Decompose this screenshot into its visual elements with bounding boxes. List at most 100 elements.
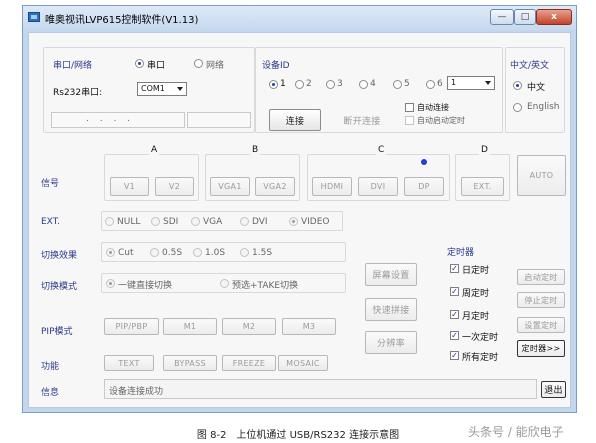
quick-splice-button[interactable]: 快速拼接	[365, 298, 417, 321]
info-label: 信息	[41, 388, 60, 398]
device-6-label: 6	[437, 79, 443, 89]
timer-all-checkbox[interactable]: ✓	[450, 351, 459, 360]
mode-label: 切换模式	[41, 282, 78, 292]
signal-button-dvi[interactable]: DVI	[358, 177, 398, 196]
effect-15s-label: 1.5S	[252, 248, 273, 258]
bypass-label: BYPASS	[174, 358, 206, 368]
auto-start-timer-checkbox[interactable]	[405, 116, 414, 125]
radio-device-2[interactable]	[295, 80, 304, 89]
signal-label: 信号	[41, 179, 60, 189]
text-label: TEXT	[118, 358, 140, 368]
device-id-select[interactable]: 1	[447, 76, 495, 90]
mosaic-button[interactable]: MOSAIC	[278, 355, 328, 371]
language-label: 中文/英文	[510, 61, 550, 71]
signal-button-vga1[interactable]: VGA1	[210, 177, 250, 196]
ext-radio-video[interactable]	[289, 217, 298, 226]
ext-dvi-label: DVI	[252, 217, 268, 227]
ext-radio-vga[interactable]	[191, 217, 200, 226]
group-a-label: A	[149, 145, 160, 155]
disconnect-button[interactable]: 断开连接	[336, 109, 388, 131]
effect-10s-label: 1.0S	[205, 248, 226, 258]
radio-serial[interactable]	[135, 59, 144, 68]
signal-dp-label: DP	[418, 182, 430, 191]
com-port-select[interactable]: COM1	[137, 82, 187, 96]
ext-radio-null[interactable]	[105, 217, 114, 226]
timer-daily-checkbox[interactable]: ✓	[450, 264, 459, 273]
maximize-button[interactable]: □	[514, 9, 536, 25]
timer-label: 定时器	[447, 248, 475, 258]
timer-monthly-checkbox[interactable]: ✓	[450, 310, 459, 319]
ext-label: EXT.	[41, 217, 60, 227]
radio-device-6[interactable]	[426, 80, 435, 89]
timer-monthly-label: 月定时	[462, 312, 490, 322]
timer-expand-button[interactable]: 定时器>>	[517, 340, 565, 357]
stop-timer-label: 停止定时	[524, 295, 558, 305]
radio-device-4[interactable]	[359, 80, 368, 89]
auto-button[interactable]: AUTO	[517, 155, 566, 196]
screen-settings-button[interactable]: 屏幕设置	[365, 263, 417, 286]
title-bar: 唯奥视讯LVP615控制软件(V1.13) — □ x	[23, 6, 576, 30]
effect-radio-10s[interactable]	[193, 248, 202, 257]
mode-radio-direct[interactable]	[106, 279, 115, 288]
mode-radio-take[interactable]	[220, 279, 229, 288]
effect-radio-05s[interactable]	[150, 248, 159, 257]
connect-button[interactable]: 连接	[269, 109, 321, 131]
signal-button-dp[interactable]: DP	[404, 177, 444, 196]
set-timer-button[interactable]: 设置定时	[517, 317, 565, 333]
device-4-label: 4	[370, 79, 376, 89]
effect-radio-15s[interactable]	[240, 248, 249, 257]
ext-radio-dvi[interactable]	[240, 217, 249, 226]
quick-splice-label: 快速拼接	[372, 306, 410, 316]
radio-english[interactable]	[513, 103, 522, 112]
device-1-label: 1	[280, 79, 286, 89]
chevron-down-icon	[485, 81, 491, 85]
signal-button-hdmi[interactable]: HDMI	[312, 177, 352, 196]
signal-button-v1[interactable]: V1	[110, 177, 149, 196]
minimize-button[interactable]: —	[490, 9, 514, 25]
signal-v2-label: V2	[168, 182, 181, 191]
effect-radio-cut[interactable]	[106, 248, 115, 257]
mode-take-label: 预选+TAKE切换	[232, 281, 299, 291]
minimize-icon: —	[497, 12, 507, 22]
figure-caption-text: 图 8-2 上位机通过 USB/RS232 连接示意图	[196, 430, 400, 441]
resolution-label: 分辨率	[377, 339, 405, 349]
start-timer-button[interactable]: 启动定时	[517, 269, 565, 285]
radio-chinese-label: 中文	[527, 83, 546, 93]
signal-button-ext[interactable]: EXT.	[461, 177, 504, 196]
pip-m3-button[interactable]: M3	[282, 318, 336, 335]
timer-once-checkbox[interactable]: ✓	[450, 331, 459, 340]
device-3-label: 3	[337, 79, 343, 89]
timer-once-label: 一次定时	[462, 333, 499, 343]
info-message-box: 设备连接成功	[104, 379, 537, 399]
pip-m2-button[interactable]: M2	[222, 318, 276, 335]
radio-device-1[interactable]	[269, 80, 278, 89]
auto-connect-checkbox[interactable]	[405, 103, 414, 112]
signal-button-vga2[interactable]: VGA2	[255, 177, 295, 196]
exit-button[interactable]: 退出	[541, 381, 566, 398]
stop-timer-button[interactable]: 停止定时	[517, 292, 565, 308]
pip-m1-button[interactable]: M1	[163, 318, 217, 335]
auto-connect-label: 自动连接	[417, 103, 449, 112]
radio-device-5[interactable]	[393, 80, 402, 89]
signal-v1-label: V1	[123, 182, 136, 191]
status-field: . . . .	[51, 112, 185, 128]
signal-dvi-label: DVI	[370, 182, 386, 191]
resolution-button[interactable]: 分辨率	[365, 331, 417, 354]
timer-expand-label: 定时器>>	[521, 344, 561, 353]
freeze-button[interactable]: FREEZE	[222, 355, 276, 371]
radio-device-3[interactable]	[326, 80, 335, 89]
port-group-label: 串口/网络	[53, 61, 93, 71]
text-button[interactable]: TEXT	[104, 355, 154, 371]
auto-start-timer-label: 自动启动定时	[417, 116, 465, 125]
radio-network[interactable]	[194, 59, 203, 68]
app-window: 唯奥视讯LVP615控制软件(V1.13) — □ x 串口/网络 串口 网络 …	[22, 5, 577, 413]
signal-button-v2[interactable]: V2	[155, 177, 194, 196]
ext-radio-sdi[interactable]	[151, 217, 160, 226]
radio-chinese[interactable]	[513, 81, 522, 90]
timer-weekly-checkbox[interactable]: ✓	[450, 287, 459, 296]
close-button[interactable]: x	[536, 9, 572, 25]
group-d-label: D	[479, 145, 490, 155]
pip-pbp-button[interactable]: PIP/PBP	[104, 318, 159, 335]
group-c-label: C	[376, 145, 387, 155]
bypass-button[interactable]: BYPASS	[163, 355, 217, 371]
